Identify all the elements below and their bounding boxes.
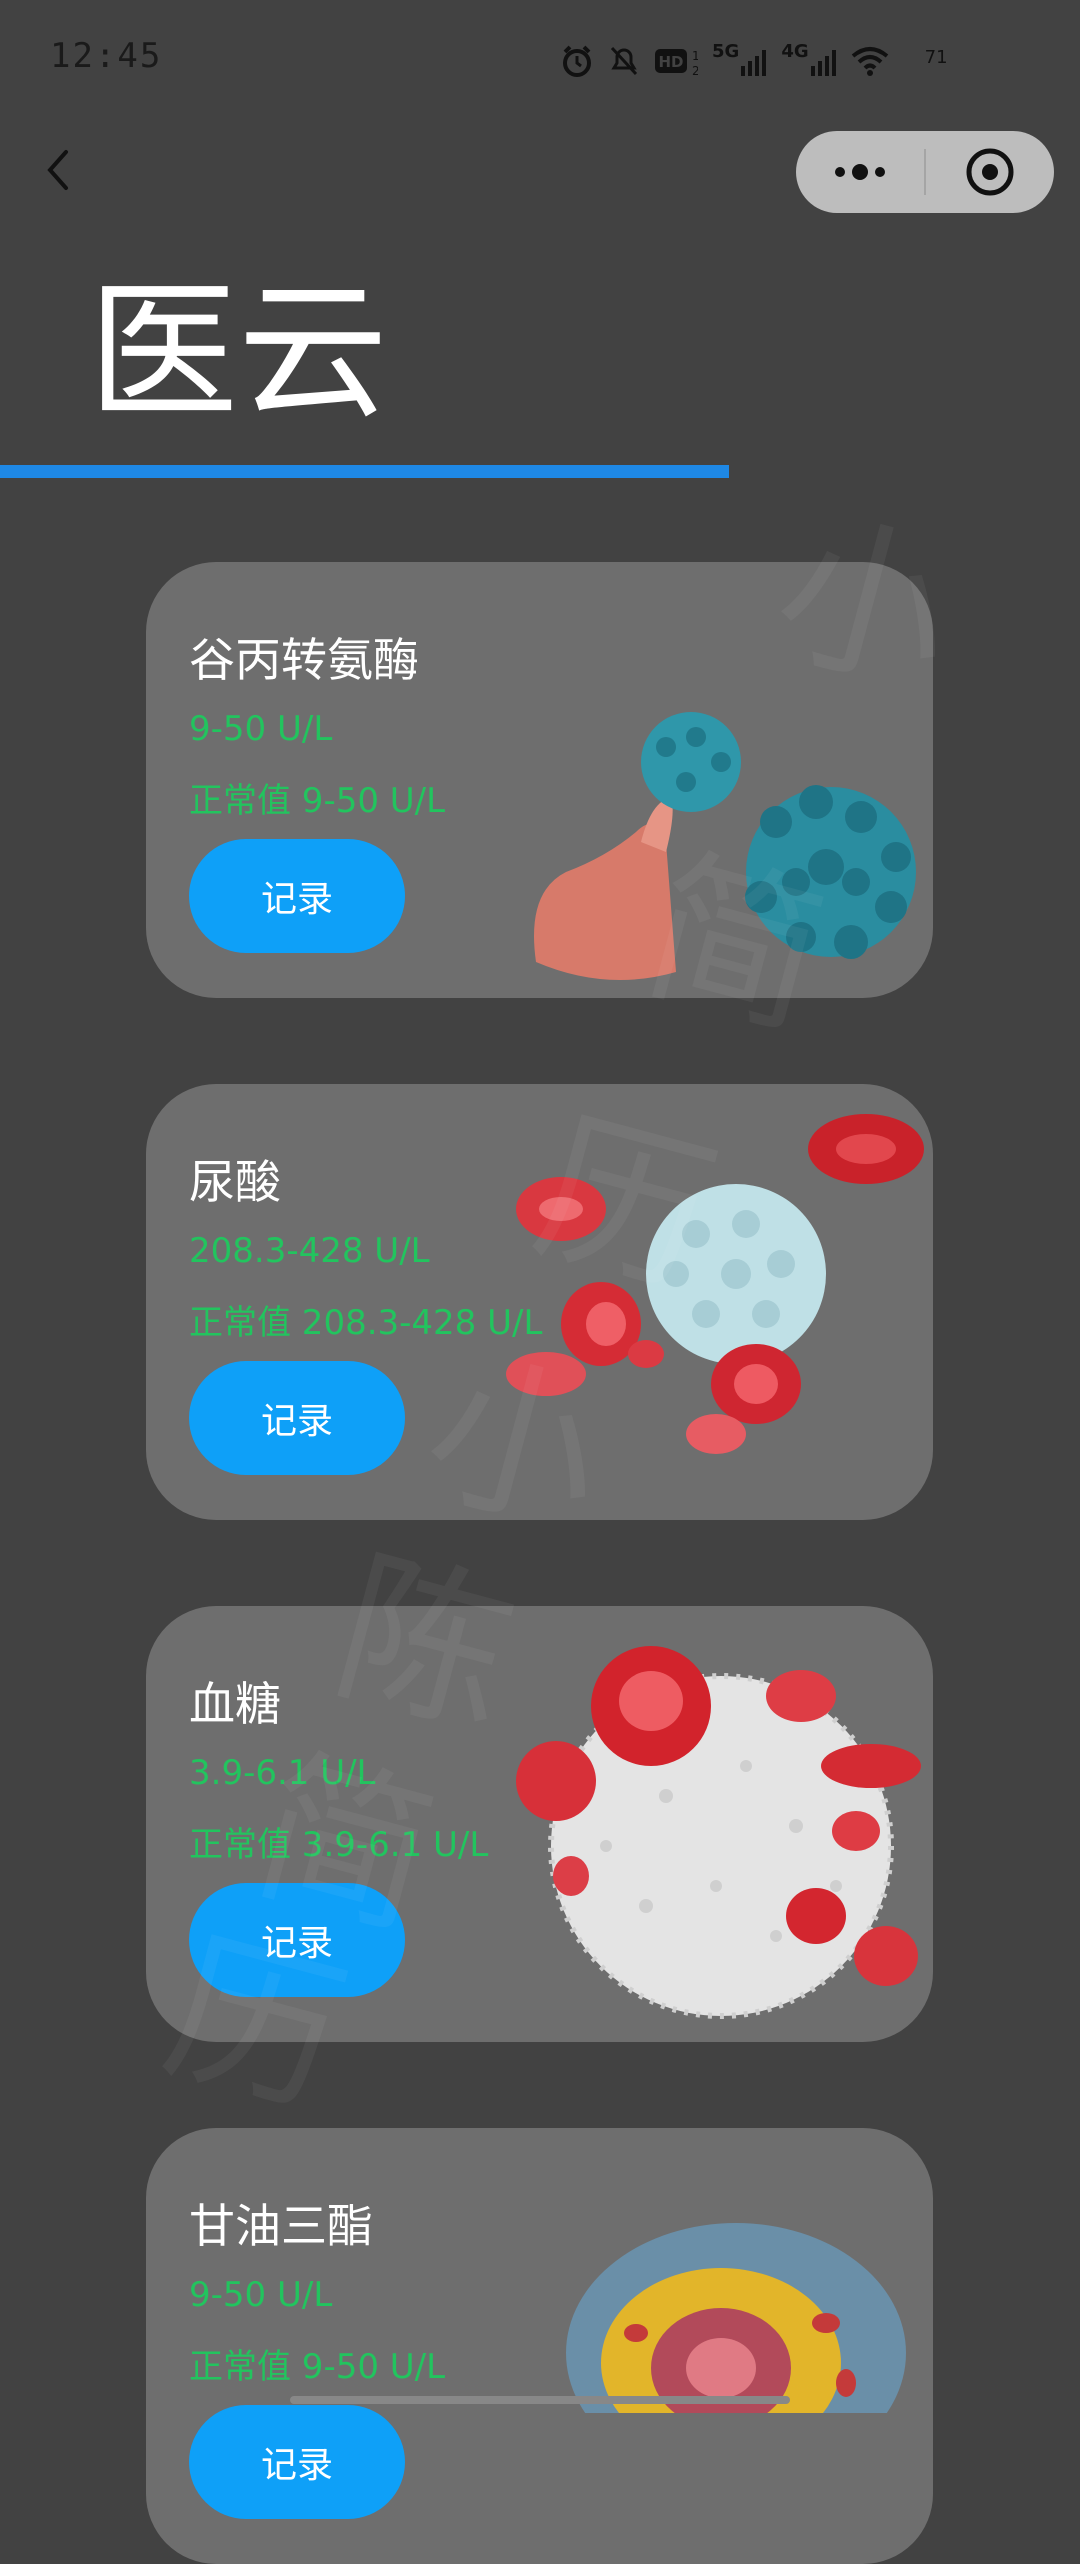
card-value: 208.3-428 U/L <box>189 1231 430 1271</box>
test-card-blood-sugar: 血糖 3.9-6.1 U/L 正常值 3.9-6.1 U/L 记录 <box>146 1606 933 2042</box>
card-name: 谷丙转氨酶 <box>189 633 419 687</box>
status-time: 12:45 <box>50 36 163 76</box>
card-normal-range: 正常值 9-50 U/L <box>189 781 446 821</box>
more-dots-icon <box>835 164 885 180</box>
card-name: 尿酸 <box>189 1155 281 1209</box>
status-icons: HD 1 2 5G 4G 71 <box>560 36 948 86</box>
network-5g-label: 5G <box>712 40 740 62</box>
back-button[interactable] <box>30 140 90 200</box>
cell-cross-section-illustration <box>566 2223 906 2413</box>
mute-bell-icon <box>608 44 640 78</box>
record-button[interactable]: 记录 <box>189 1883 405 1997</box>
card-value: 9-50 U/L <box>189 709 333 749</box>
record-button[interactable]: 记录 <box>189 1361 405 1475</box>
card-value: 3.9-6.1 U/L <box>189 1753 376 1793</box>
record-button[interactable]: 记录 <box>189 839 405 953</box>
signal-icon-1 <box>741 46 767 76</box>
test-card-triglyceride: 甘油三酯 9-50 U/L 正常值 9-50 U/L 记录 <box>146 2128 933 2564</box>
svg-text:HD: HD <box>658 53 683 71</box>
wifi-icon <box>851 46 889 76</box>
blood-cells-illustration <box>506 1114 924 1454</box>
page-title: 医云 <box>88 266 389 440</box>
card-normal-range: 正常值 3.9-6.1 U/L <box>189 1825 489 1865</box>
svg-text:2: 2 <box>692 64 698 78</box>
card-name: 血糖 <box>189 1677 281 1731</box>
card-name: 甘油三酯 <box>189 2199 373 2253</box>
status-bar: 12:45 HD 1 2 5G 4G 71 <box>0 0 1080 120</box>
test-card-uric-acid: 尿酸 208.3-428 U/L 正常值 208.3-428 U/L 记录 <box>146 1084 933 1520</box>
home-indicator[interactable] <box>290 2396 790 2404</box>
card-normal-range: 正常值 9-50 U/L <box>189 2347 446 2387</box>
signal-icon-2 <box>810 46 837 76</box>
target-circle-icon <box>966 148 1014 196</box>
mini-program-capsule <box>796 131 1054 213</box>
chevron-left-icon <box>47 150 68 190</box>
test-card-alt: 谷丙转氨酶 9-50 U/L 正常值 9-50 U/L 记录 <box>146 562 933 998</box>
network-4g-label: 4G <box>781 40 809 62</box>
record-button[interactable]: 记录 <box>189 2405 405 2519</box>
hd-icon: HD 1 2 <box>654 44 698 78</box>
card-normal-range: 正常值 208.3-428 U/L <box>189 1303 543 1343</box>
liver-virus-illustration <box>534 712 916 980</box>
more-button[interactable] <box>796 131 924 213</box>
svg-text:1: 1 <box>692 49 698 63</box>
white-cell-illustration <box>516 1646 921 2019</box>
card-value: 9-50 U/L <box>189 2275 333 2315</box>
title-underline <box>0 465 729 478</box>
alarm-icon <box>560 44 594 78</box>
close-mini-program-button[interactable] <box>926 131 1054 213</box>
battery-level: 71 <box>924 46 948 68</box>
